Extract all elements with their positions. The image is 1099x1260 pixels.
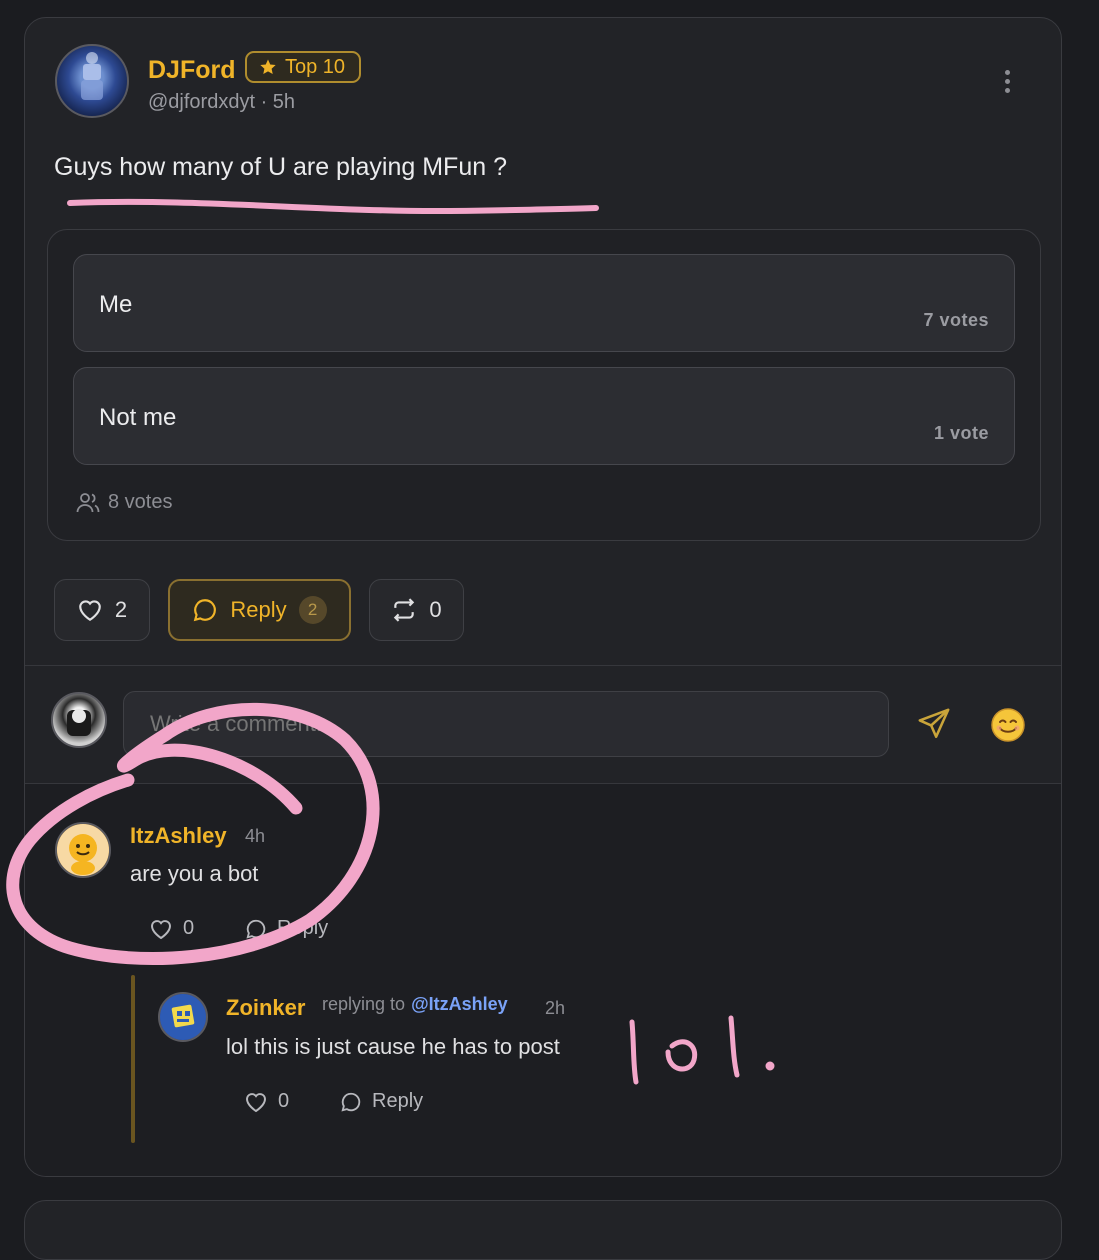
comment-text: are you a bot xyxy=(130,861,259,886)
emoji-icon[interactable] xyxy=(991,708,1025,742)
comment-input[interactable] xyxy=(123,691,889,757)
reply-time: 2h xyxy=(545,998,566,1018)
repost-button[interactable]: 0 xyxy=(369,579,464,641)
reply-like-button[interactable]: 0 xyxy=(244,1090,289,1113)
send-icon[interactable] xyxy=(917,707,951,741)
comment-like-count: 0 xyxy=(183,917,195,939)
like-count: 2 xyxy=(114,597,128,622)
replying-to: replying to @ItzAshley xyxy=(322,994,508,1015)
comment-reply-button[interactable]: Reply xyxy=(245,917,328,940)
poll-option[interactable]: Not me 1 vote xyxy=(73,367,1015,465)
author-handle: @djfordxdyt · 5h xyxy=(148,91,296,113)
replying-prefix: replying to xyxy=(322,994,406,1014)
comment-icon xyxy=(246,919,266,939)
poll-option-label: Me xyxy=(99,291,133,318)
heart-icon xyxy=(245,1092,267,1112)
comment-like-button[interactable]: 0 xyxy=(149,917,194,940)
reply-reply-button[interactable]: Reply xyxy=(340,1090,423,1113)
reply-reply-label: Reply xyxy=(372,1090,424,1112)
reply-text: lol this is just cause he has to post xyxy=(226,1034,560,1059)
post-card: DJFord Top 10 @djfordxdyt · 5h Guys how … xyxy=(24,17,1062,1177)
more-options-icon[interactable] xyxy=(1000,70,1014,98)
poll-total: 8 votes xyxy=(76,491,172,514)
reply-label: Reply xyxy=(230,597,287,622)
top-badge: Top 10 xyxy=(245,51,362,83)
poll-option[interactable]: Me 7 votes xyxy=(73,254,1015,352)
post-text: Guys how many of U are playing MFun ? xyxy=(54,153,507,181)
poll-total-label: 8 votes xyxy=(108,491,173,513)
reply-author[interactable]: Zoinker xyxy=(226,995,305,1021)
comment-avatar[interactable] xyxy=(55,822,111,878)
comment-time: 4h xyxy=(245,826,266,846)
reply-like-count: 0 xyxy=(278,1090,290,1112)
next-post-card xyxy=(24,1200,1062,1260)
star-icon xyxy=(260,59,276,75)
poll-option-label: Not me xyxy=(99,404,177,431)
repost-count: 0 xyxy=(429,597,442,622)
poll-option-votes: 7 votes xyxy=(923,310,989,330)
author-avatar[interactable] xyxy=(55,44,129,118)
comment-icon xyxy=(341,1092,361,1112)
comment-reply-label: Reply xyxy=(277,917,329,939)
badge-label: Top 10 xyxy=(285,55,346,78)
comment-author[interactable]: ItzAshley xyxy=(130,823,227,849)
current-user-avatar xyxy=(51,692,107,748)
like-button[interactable]: 2 xyxy=(54,579,150,641)
users-icon xyxy=(76,492,100,512)
reply-count-badge: 2 xyxy=(298,596,327,624)
reply-button[interactable]: Reply 2 xyxy=(168,579,351,641)
thread-line xyxy=(131,975,135,1143)
repost-icon xyxy=(394,598,415,622)
author-name[interactable]: DJFord xyxy=(148,56,236,85)
divider xyxy=(25,665,1061,666)
heart-icon xyxy=(150,919,172,939)
poll: Me 7 votes Not me 1 vote 8 votes xyxy=(47,229,1041,541)
reply-avatar[interactable] xyxy=(158,992,208,1042)
heart-icon xyxy=(79,600,101,622)
poll-option-votes: 1 vote xyxy=(933,423,989,443)
comment-icon xyxy=(194,599,217,622)
mention-link[interactable]: @ItzAshley xyxy=(411,994,508,1015)
